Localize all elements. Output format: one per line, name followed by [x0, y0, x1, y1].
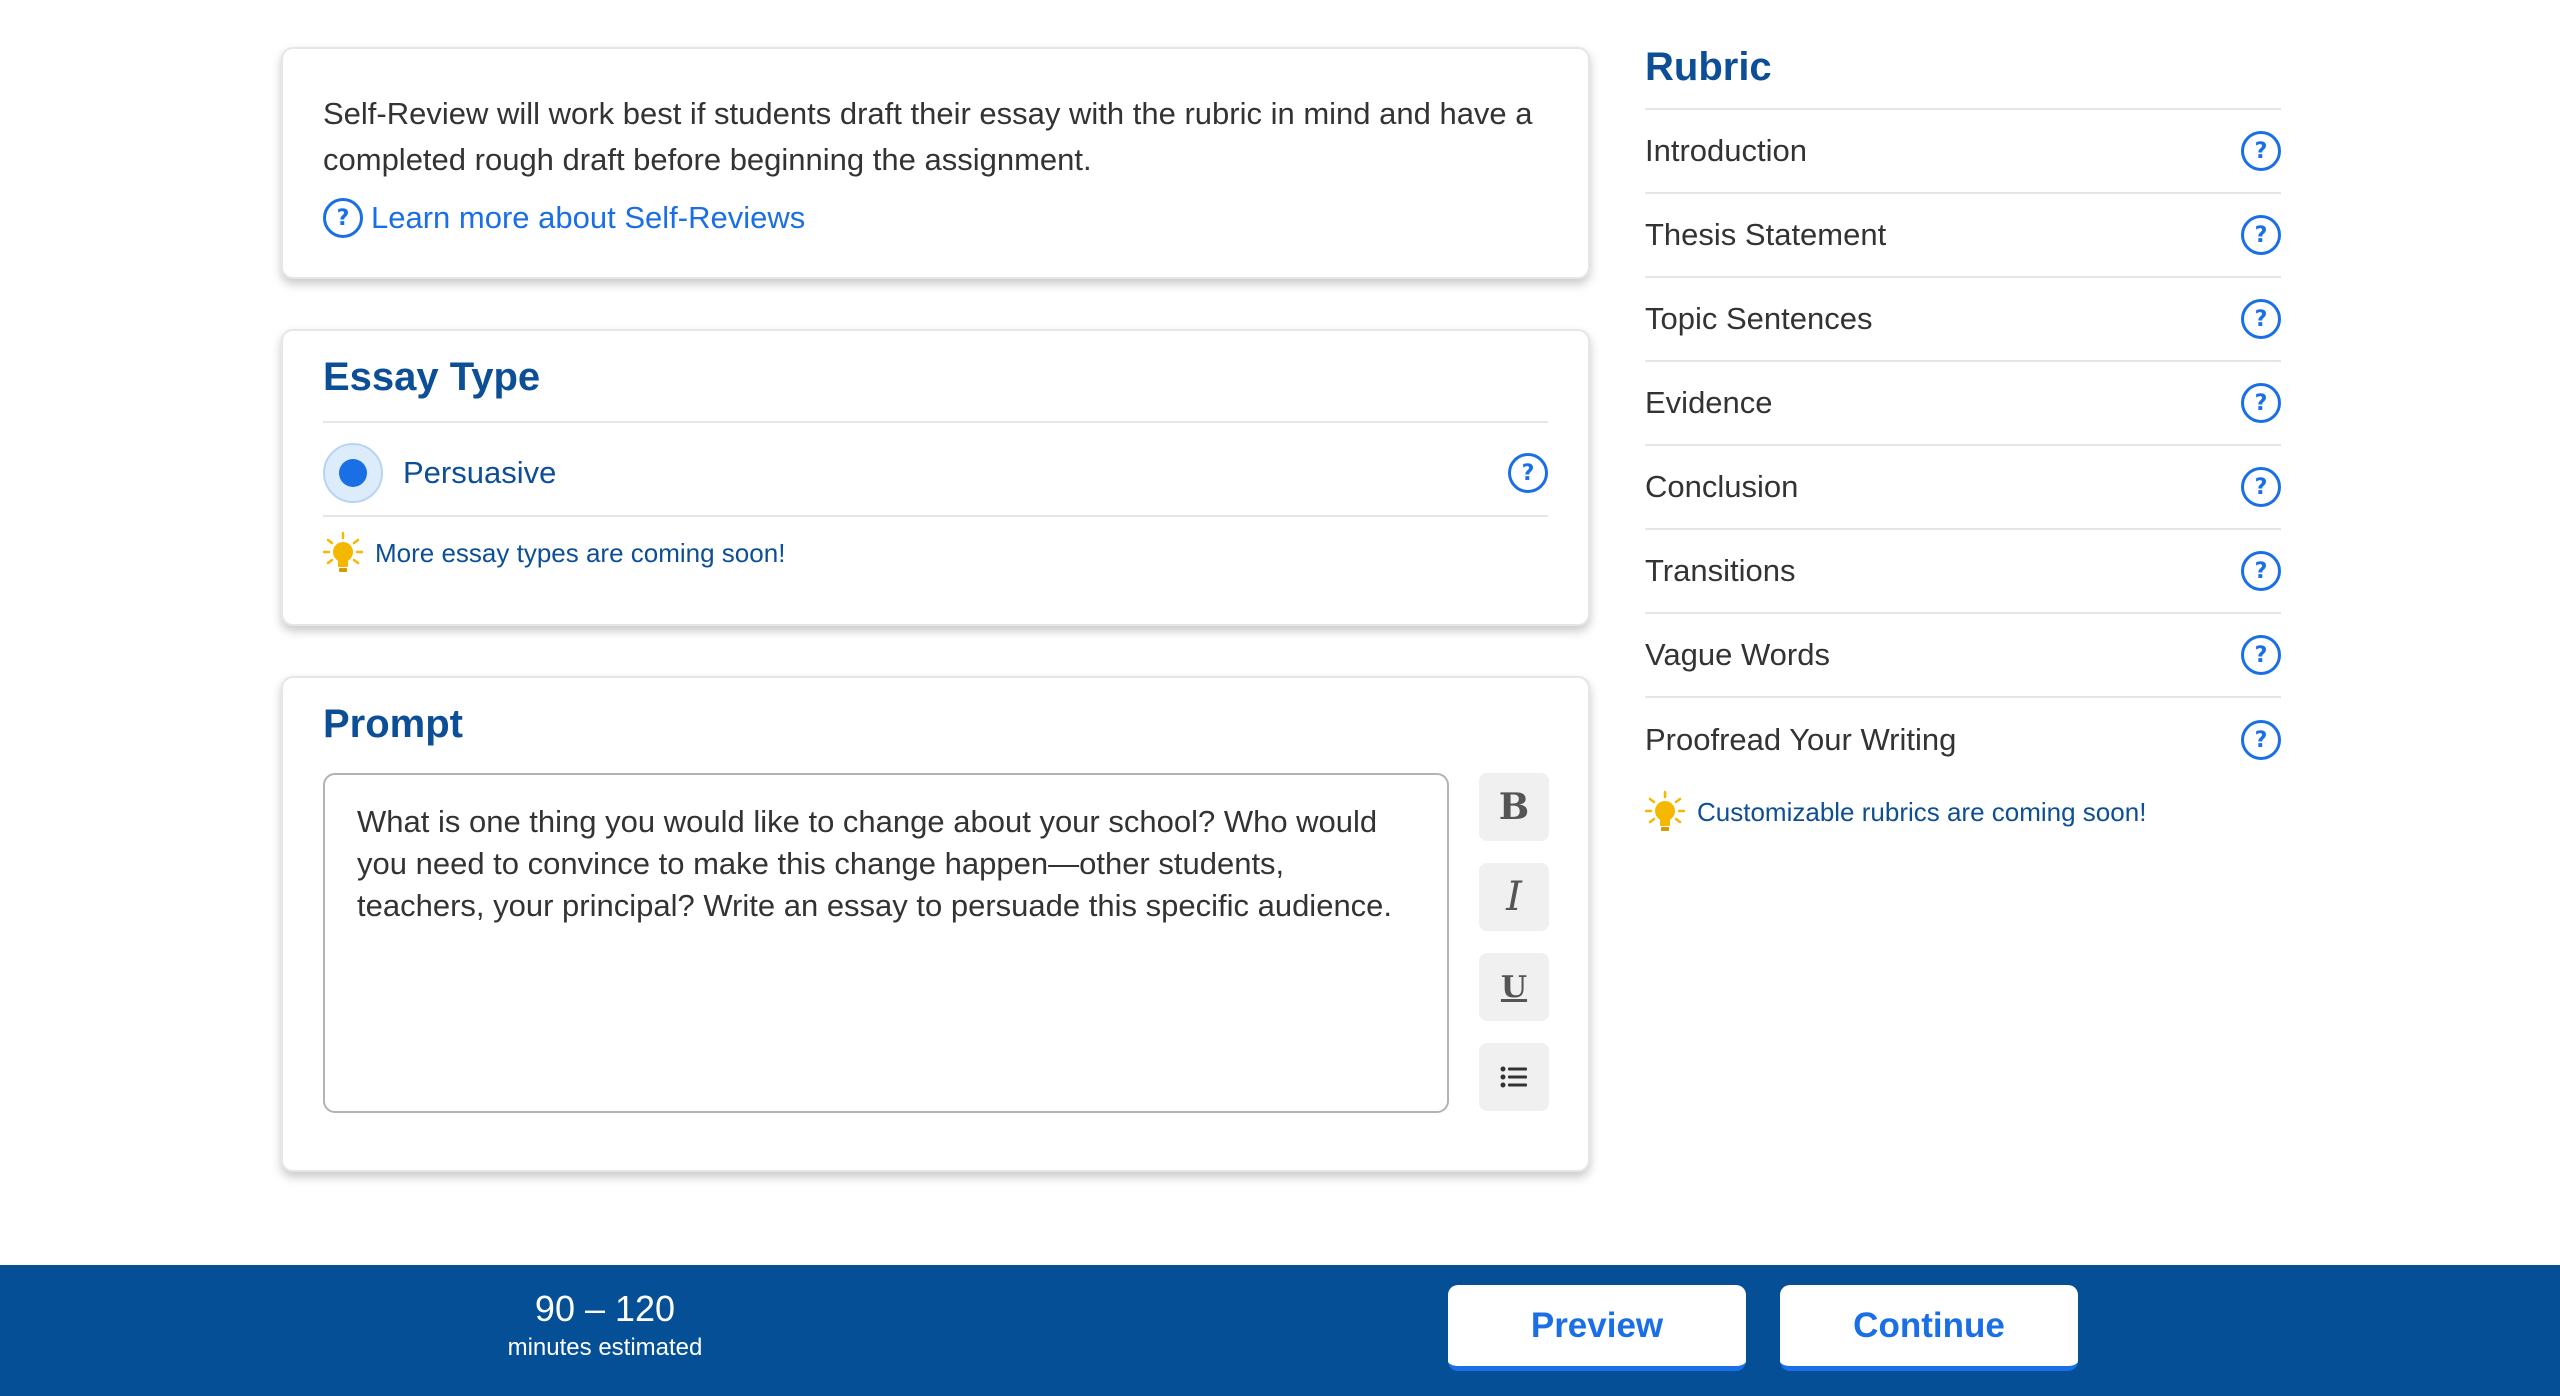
essay-type-card: Essay Type Persuasive ? More essay types…	[281, 329, 1590, 626]
help-icon[interactable]: ?	[2241, 383, 2281, 423]
rubric-panel: Rubric Introduction ? Thesis Statement ?…	[1645, 40, 2281, 834]
radio-selected-dot	[339, 459, 367, 487]
essay-type-option-label: Persuasive	[403, 455, 557, 490]
time-estimate: 90 – 120 minutes estimated	[460, 1287, 750, 1365]
help-icon[interactable]: ?	[2241, 720, 2281, 760]
lightbulb-icon	[1645, 790, 1685, 831]
rubric-list: Introduction ? Thesis Statement ? Topic …	[1645, 108, 2281, 782]
rubric-item-conclusion: Conclusion ?	[1645, 446, 2281, 530]
rubric-item-label: Conclusion	[1645, 469, 1799, 504]
help-icon[interactable]: ?	[2241, 215, 2281, 255]
lightbulb-icon	[323, 531, 363, 572]
bullet-list-button[interactable]	[1479, 1043, 1549, 1111]
help-icon[interactable]: ?	[2241, 299, 2281, 339]
prompt-card: Prompt What is one thing you would like …	[281, 676, 1590, 1172]
help-icon[interactable]: ?	[2241, 467, 2281, 507]
list-icon	[1500, 1066, 1527, 1088]
rubric-item-label: Proofread Your Writing	[1645, 722, 1957, 757]
rubric-item-topic-sentences: Topic Sentences ?	[1645, 278, 2281, 362]
essay-type-tip-text: More essay types are coming soon!	[375, 537, 786, 568]
learn-more-link[interactable]: ? Learn more about Self-Reviews	[323, 198, 805, 238]
divider	[323, 515, 1548, 517]
continue-button[interactable]: Continue	[1780, 1285, 2078, 1371]
bold-button[interactable]: B	[1479, 773, 1549, 841]
learn-more-label: Learn more about Self-Reviews	[371, 200, 806, 235]
essay-type-tip: More essay types are coming soon!	[323, 531, 785, 575]
self-review-info-card: Self-Review will work best if students d…	[281, 47, 1590, 279]
help-icon[interactable]: ?	[2241, 635, 2281, 675]
help-icon[interactable]: ?	[2241, 131, 2281, 171]
rubric-item-label: Introduction	[1645, 133, 1807, 168]
rubric-item-vague-words: Vague Words ?	[1645, 614, 2281, 698]
radio-button[interactable]	[323, 443, 383, 503]
rubric-item-evidence: Evidence ?	[1645, 362, 2281, 446]
rubric-item-label: Thesis Statement	[1645, 217, 1887, 252]
time-estimate-label: minutes estimated	[507, 1334, 703, 1361]
prompt-text-editor[interactable]: What is one thing you would like to chan…	[323, 773, 1449, 1113]
rubric-item-thesis-statement: Thesis Statement ?	[1645, 194, 2281, 278]
rubric-item-proofread: Proofread Your Writing ?	[1645, 698, 2281, 782]
essay-type-title: Essay Type	[323, 355, 541, 399]
underline-button[interactable]: U	[1479, 953, 1549, 1021]
rubric-tip-text: Customizable rubrics are coming soon!	[1697, 796, 2147, 827]
rubric-item-label: Transitions	[1645, 553, 1796, 588]
italic-button[interactable]: I	[1479, 863, 1549, 931]
rubric-tip: Customizable rubrics are coming soon!	[1645, 790, 2281, 834]
divider	[323, 421, 1548, 423]
prompt-title: Prompt	[323, 702, 463, 746]
rubric-item-label: Topic Sentences	[1645, 301, 1873, 336]
help-icon[interactable]: ?	[1508, 453, 1548, 493]
preview-button[interactable]: Preview	[1448, 1285, 1746, 1371]
help-icon[interactable]: ?	[2241, 551, 2281, 591]
rubric-item-label: Vague Words	[1645, 637, 1830, 672]
rubric-item-introduction: Introduction ?	[1645, 110, 2281, 194]
time-estimate-range: 90 – 120	[534, 1288, 676, 1329]
essay-type-option-persuasive[interactable]: Persuasive ?	[323, 441, 1548, 505]
info-text: Self-Review will work best if students d…	[323, 96, 1533, 177]
help-icon: ?	[323, 198, 363, 238]
rubric-title: Rubric	[1645, 45, 1772, 89]
rubric-item-transitions: Transitions ?	[1645, 530, 2281, 614]
rubric-item-label: Evidence	[1645, 385, 1773, 420]
footer-bar: 90 – 120 minutes estimated Preview Conti…	[0, 1265, 2560, 1396]
